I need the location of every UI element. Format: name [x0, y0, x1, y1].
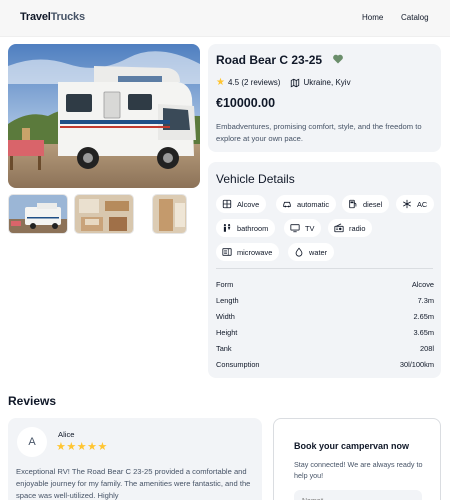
feature-label: microwave [237, 247, 273, 257]
spec-row-consumption: Consumption 30l/100km [216, 360, 434, 372]
tv-icon [290, 224, 300, 233]
automatic-icon [283, 201, 291, 208]
spec-value: 30l/100km [399, 360, 434, 369]
details-divider [216, 268, 433, 269]
feature-chip-bathroom: bathroom [216, 219, 276, 237]
spec-row-form: Form Alcove [216, 280, 434, 292]
spec-key: Height [216, 328, 238, 337]
microwave-icon [222, 248, 232, 256]
main-camper-photo [8, 44, 200, 188]
top-header: TravelTrucks Home Catalog [0, 0, 450, 37]
vehicle-details-title: Vehicle Details [216, 172, 295, 186]
location-text: Ukraine, Kyiv [303, 78, 351, 87]
spec-value: 2.65m [413, 312, 434, 321]
logo[interactable]: TravelTrucks [20, 11, 85, 23]
nav-catalog-link[interactable]: Catalog [401, 13, 429, 22]
feature-chip-ac: AC [396, 195, 435, 213]
booking-form-card: Book your campervan now Stay connected! … [273, 418, 441, 500]
logo-accent: Trucks [50, 11, 85, 23]
feature-chip-automatic: automatic [276, 195, 337, 213]
rating-text[interactable]: 4.5 (2 reviews) [228, 78, 280, 87]
spec-key: Width [216, 312, 235, 321]
spec-key: Form [216, 280, 234, 289]
feature-chip-diesel: diesel [342, 195, 390, 213]
feature-chip-tv: TV [284, 219, 322, 237]
review-stars: ★★★★★ [56, 441, 108, 453]
reviews-heading: Reviews [8, 394, 57, 408]
avatar: A [17, 427, 47, 457]
booking-title: Book your campervan now [294, 441, 410, 451]
feature-label: automatic [297, 199, 330, 209]
feature-chip-alcove: Alcove [216, 195, 267, 213]
water-drop-icon [295, 247, 303, 257]
gallery-thumb-exterior[interactable] [8, 194, 68, 234]
camper-description: Embadventures, promising comfort, style,… [216, 122, 422, 143]
review-text: Exceptional RV! The Road Bear C 23-25 pr… [16, 467, 251, 500]
feature-chip-water: water [288, 243, 335, 261]
radio-icon [334, 223, 344, 233]
feature-chip-microwave: microwave [216, 243, 280, 261]
feature-label: AC [417, 199, 428, 209]
snowflake-icon [403, 199, 411, 209]
spec-key: Consumption [216, 360, 260, 369]
feature-label: bathroom [237, 223, 269, 233]
feature-label: water [309, 247, 328, 257]
camper-price: €10000.00 [216, 96, 276, 110]
spec-value: 3.65m [413, 328, 434, 337]
feature-label: TV [305, 223, 315, 233]
spec-row-height: Height 3.65m [216, 328, 434, 340]
reviewer-name: Alice [58, 430, 75, 439]
spec-key: Length [216, 296, 239, 305]
shower-icon [223, 224, 231, 232]
nav-home-link[interactable]: Home [362, 13, 383, 22]
booking-subtitle: Stay connected! We are always ready to h… [294, 460, 423, 480]
map-icon [291, 78, 300, 87]
review-card: A Alice ★★★★★ Exceptional RV! The Road B… [8, 418, 262, 500]
spec-row-length: Length 7.3m [216, 296, 434, 308]
spec-value: Alcove [411, 280, 434, 289]
spec-value: 7.3m [417, 296, 434, 305]
grid-icon [222, 199, 232, 209]
logo-main: Travel [20, 11, 51, 23]
rating-location-row: ★ 4.5 (2 reviews) Ukraine, Kyiv [216, 77, 351, 88]
vehicle-details-card: Vehicle Details Alcove automatic diesel … [208, 162, 441, 378]
gallery-thumb-interior-2[interactable] [152, 194, 187, 234]
star-icon: ★ [216, 77, 225, 88]
feature-chip-radio: radio [328, 219, 373, 237]
spec-row-width: Width 2.65m [216, 312, 434, 324]
camper-name: Road Bear C 23-25 [216, 53, 323, 67]
gallery-thumb-interior[interactable] [74, 194, 134, 234]
camper-info-card: Road Bear C 23-25 ★ 4.5 (2 reviews) Ukra… [208, 44, 441, 152]
feature-label: diesel [363, 199, 383, 209]
spec-value: 208l [420, 344, 434, 353]
heart-icon[interactable] [332, 53, 344, 65]
feature-label: radio [349, 223, 366, 233]
spec-row-tank: Tank 208l [216, 344, 434, 356]
name-field[interactable] [294, 490, 422, 500]
spec-key: Tank [216, 344, 232, 353]
feature-label: Alcove [237, 199, 260, 209]
fuel-pump-icon [349, 199, 357, 209]
